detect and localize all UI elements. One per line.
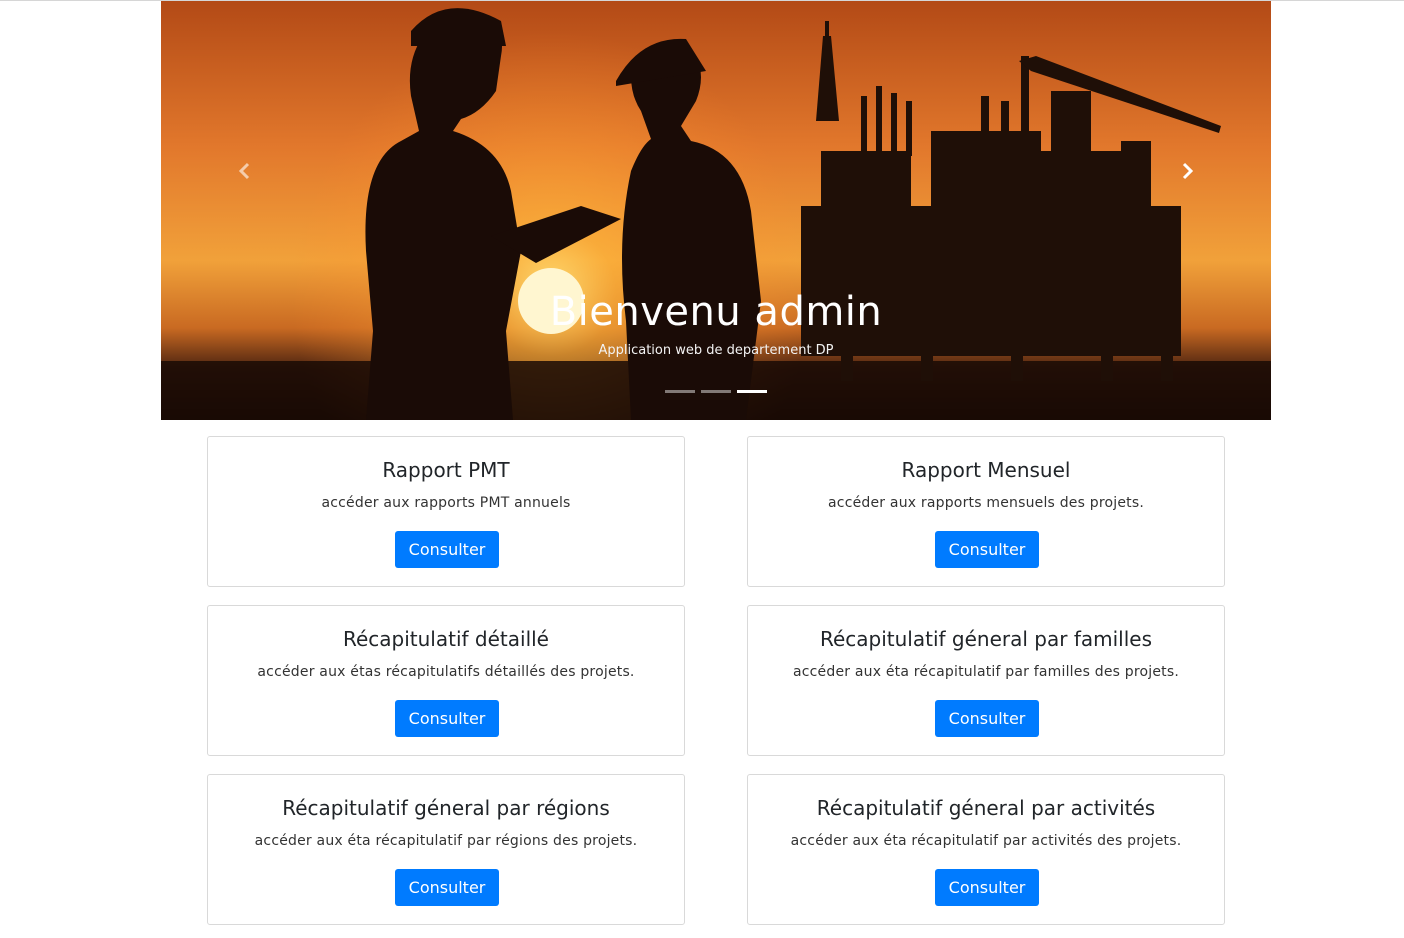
card-rapport-pmt: Rapport PMT accéder aux rapports PMT ann…: [207, 436, 685, 587]
card-title: Récapitulatif géneral par activités: [816, 796, 1156, 820]
hero-carousel: Bienvenu admin Application web de depart…: [161, 1, 1271, 420]
consulter-button[interactable]: Consulter: [935, 531, 1039, 568]
carousel-indicators: [161, 390, 1271, 393]
card-title: Récapitulatif géneral par familles: [819, 627, 1152, 651]
carousel-indicator-2[interactable]: [701, 390, 731, 393]
consulter-button[interactable]: Consulter: [395, 700, 499, 737]
card-description: accéder aux rapports PMT annuels: [321, 495, 571, 511]
card-description: accéder aux étas récapitulatifs détaillé…: [257, 664, 635, 680]
card-description: accéder aux éta récapitulatif par région…: [254, 833, 638, 849]
card-recap-familles: Récapitulatif géneral par familles accéd…: [747, 605, 1225, 756]
carousel-indicator-3[interactable]: [737, 390, 767, 393]
card-description: accéder aux éta récapitulatif par famill…: [792, 664, 1180, 680]
carousel-indicator-1[interactable]: [665, 390, 695, 393]
welcome-subtitle: Application web de departement DP: [598, 343, 834, 358]
card-recap-activites: Récapitulatif géneral par activités accé…: [747, 774, 1225, 925]
card-title: Rapport Mensuel: [901, 458, 1071, 482]
card-recap-detaille: Récapitulatif détaillé accéder aux étas …: [207, 605, 685, 756]
consulter-button[interactable]: Consulter: [395, 869, 499, 906]
carousel-prev-button[interactable]: [225, 151, 265, 191]
chevron-left-icon: [238, 162, 250, 180]
carousel-next-button[interactable]: [1167, 151, 1207, 191]
card-title: Rapport PMT: [382, 458, 510, 482]
consulter-button[interactable]: Consulter: [935, 700, 1039, 737]
welcome-title: Bienvenu admin: [549, 289, 883, 335]
card-title: Récapitulatif détaillé: [342, 627, 549, 651]
chevron-right-icon: [1182, 162, 1194, 180]
card-rapport-mensuel: Rapport Mensuel accéder aux rapports men…: [747, 436, 1225, 587]
carousel-caption: Bienvenu admin Application web de depart…: [161, 284, 1271, 360]
card-recap-regions: Récapitulatif géneral par régions accéde…: [207, 774, 685, 925]
consulter-button[interactable]: Consulter: [935, 869, 1039, 906]
card-description: accéder aux rapports mensuels des projet…: [828, 495, 1144, 511]
card-title: Récapitulatif géneral par régions: [282, 796, 610, 820]
card-description: accéder aux éta récapitulatif par activi…: [790, 833, 1182, 849]
consulter-button[interactable]: Consulter: [395, 531, 499, 568]
